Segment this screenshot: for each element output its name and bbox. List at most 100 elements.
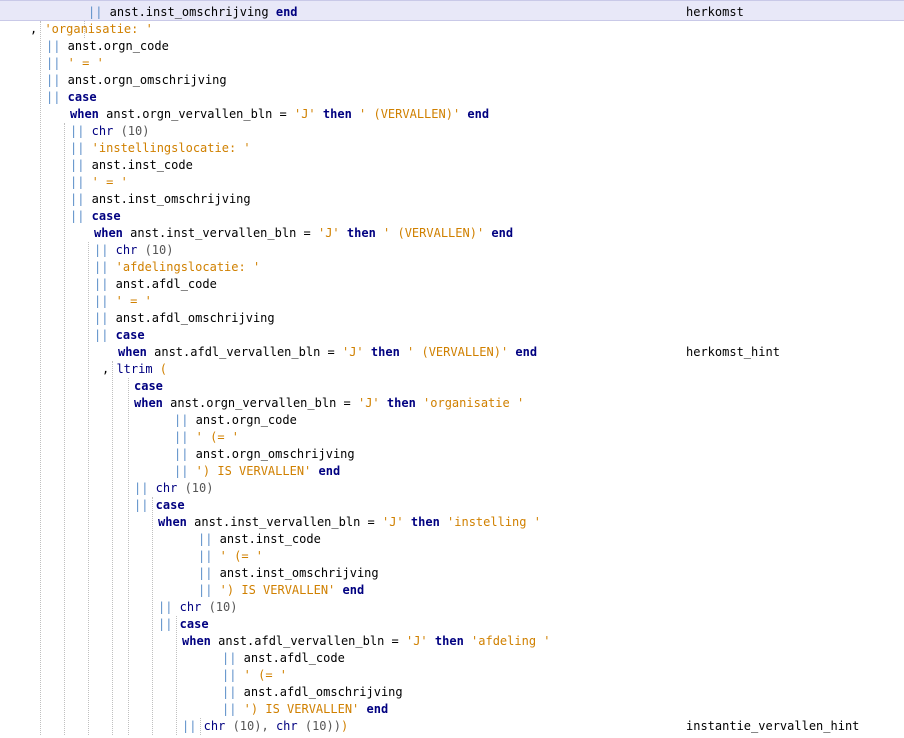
code-token: ' (= ' [212, 549, 264, 563]
code-line[interactable]: || ') IS VERVALLEN' end [0, 701, 904, 718]
code-line[interactable]: || case [0, 616, 904, 633]
code-token: then [403, 515, 440, 529]
code-text: || anst.orgn_code [46, 38, 169, 55]
sql-code-editor[interactable]: || anst.inst_omschrijving end herkomst, '… [0, 0, 904, 738]
code-line[interactable]: || anst.inst_code [0, 157, 904, 174]
code-line[interactable]: || ' (= ' [0, 429, 904, 446]
code-token: 'afdelingslocatie: ' [108, 260, 261, 274]
code-token: anst.inst_omschrijving [102, 5, 276, 19]
code-token: || [46, 73, 61, 87]
code-line[interactable]: , ltrim ( [0, 361, 904, 378]
code-token: anst.orgn_vervallen_bln = [162, 396, 358, 410]
code-text: || ') IS VERVALLEN' end [222, 701, 388, 718]
code-token: end [359, 702, 389, 716]
code-line[interactable]: || anst.inst_code [0, 531, 904, 548]
code-line[interactable]: || case [0, 208, 904, 225]
code-line[interactable]: || anst.orgn_code [0, 38, 904, 55]
code-text: when anst.afdl_vervallen_bln = 'J' then … [118, 344, 537, 361]
code-token: when [134, 396, 163, 410]
code-token: ' = ' [108, 294, 152, 308]
code-line[interactable]: when anst.orgn_vervallen_bln = 'J' then … [0, 395, 904, 412]
code-token: || [222, 685, 237, 699]
code-text: || ' = ' [70, 174, 128, 191]
code-token: anst.orgn_omschrijving [60, 73, 227, 87]
code-token: anst.afdl_omschrijving [236, 685, 403, 699]
code-token: then [379, 396, 416, 410]
column-alias: instantie_vervallen_hint [686, 719, 860, 733]
code-line[interactable]: || anst.afdl_code [0, 276, 904, 293]
code-token: 'J' [405, 634, 428, 648]
code-token: || [222, 651, 237, 665]
code-token: ( [152, 362, 168, 376]
code-line[interactable]: case [0, 378, 904, 395]
code-line[interactable]: || ' (= ' [0, 667, 904, 684]
code-token: anst.afdl_code [108, 277, 217, 291]
code-token: case [172, 617, 209, 631]
code-line[interactable]: || anst.afdl_omschrijving [0, 684, 904, 701]
code-line-current[interactable]: || anst.inst_omschrijving end herkomst [0, 0, 904, 21]
code-token: || [94, 311, 109, 325]
code-token: 'organisatie: ' [44, 22, 153, 36]
code-token: then [427, 634, 464, 648]
code-token: ' (VERVALLEN)' [399, 345, 509, 359]
code-line[interactable]: || chr (10) [0, 242, 904, 259]
code-line[interactable]: || 'afdelingslocatie: ' [0, 259, 904, 276]
code-token: anst.inst_omschrijving [84, 192, 251, 206]
code-token: ') IS VERVALLEN' [212, 583, 336, 597]
code-token: || [174, 447, 189, 461]
code-text: , 'organisatie: ' [30, 21, 153, 38]
code-line[interactable]: || anst.inst_omschrijving [0, 191, 904, 208]
code-token: , [30, 22, 45, 36]
code-line[interactable]: || case [0, 327, 904, 344]
code-line[interactable]: || ' = ' [0, 55, 904, 72]
code-line[interactable]: || case [0, 497, 904, 514]
code-token: 'J' [357, 396, 380, 410]
code-line[interactable]: when anst.inst_vervallen_bln = 'J' then … [0, 225, 904, 242]
code-token: ltrim [116, 362, 153, 376]
code-token: || [46, 56, 61, 70]
code-token: 'organisatie ' [415, 396, 525, 410]
code-line[interactable]: || chr (10) [0, 480, 904, 497]
code-text: || chr (10) [70, 123, 149, 140]
code-line[interactable]: || ' (= ' [0, 548, 904, 565]
code-line[interactable]: || ' = ' [0, 293, 904, 310]
code-line[interactable]: || anst.afdl_code [0, 650, 904, 667]
code-token: anst.inst_vervallen_bln = [122, 226, 318, 240]
code-token: anst.afdl_omschrijving [108, 311, 275, 325]
code-line[interactable]: when anst.afdl_vervallen_bln = 'J' then … [0, 344, 904, 361]
code-line[interactable]: || ' = ' [0, 174, 904, 191]
code-text: || ' (= ' [174, 429, 239, 446]
code-line[interactable]: || anst.orgn_code [0, 412, 904, 429]
code-token: (10), [225, 719, 269, 733]
code-token: || [46, 39, 61, 53]
code-token: || [182, 719, 197, 733]
code-line[interactable]: || ') IS VERVALLEN' end [0, 582, 904, 599]
code-line[interactable]: || 'instellingslocatie: ' [0, 140, 904, 157]
code-line[interactable]: , 'organisatie: ' [0, 21, 904, 38]
code-text: || anst.afdl_code [94, 276, 217, 293]
code-line[interactable]: || chr (10) [0, 123, 904, 140]
code-text: || anst.inst_omschrijving [70, 191, 251, 208]
code-token: ' (= ' [236, 668, 288, 682]
code-token: chr [108, 243, 138, 257]
code-text: || chr (10), chr (10))) [182, 718, 348, 735]
code-token: anst.inst_code [84, 158, 193, 172]
code-line[interactable]: when anst.inst_vervallen_bln = 'J' then … [0, 514, 904, 531]
code-text: || anst.inst_code [198, 531, 321, 548]
code-token: anst.inst_code [212, 532, 321, 546]
code-token: ) [340, 719, 349, 733]
code-line[interactable]: when anst.orgn_vervallen_bln = 'J' then … [0, 106, 904, 123]
code-token: anst.orgn_code [188, 413, 297, 427]
code-text: || anst.afdl_omschrijving [94, 310, 275, 327]
code-line[interactable]: || chr (10) [0, 599, 904, 616]
code-line[interactable]: || anst.afdl_omschrijving [0, 310, 904, 327]
code-line[interactable]: || chr (10), chr (10))) instantie_vervall… [0, 718, 904, 735]
code-token: ' (= ' [188, 430, 240, 444]
code-line[interactable]: || ') IS VERVALLEN' end [0, 463, 904, 480]
code-line[interactable]: || anst.orgn_omschrijving [0, 72, 904, 89]
code-line[interactable]: when anst.afdl_vervallen_bln = 'J' then … [0, 633, 904, 650]
code-line[interactable]: || case [0, 89, 904, 106]
code-line[interactable]: || anst.inst_omschrijving [0, 565, 904, 582]
code-token: || [134, 481, 149, 495]
code-line[interactable]: || anst.orgn_omschrijving [0, 446, 904, 463]
